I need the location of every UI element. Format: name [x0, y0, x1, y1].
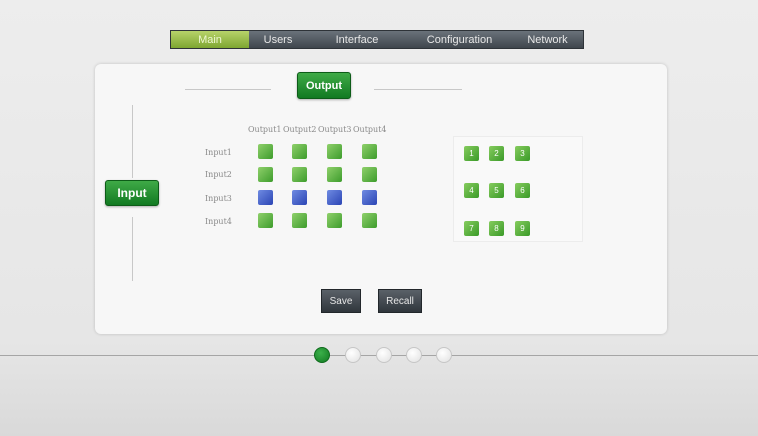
tab-network[interactable]: Network — [512, 31, 583, 48]
page-dot-4[interactable] — [406, 347, 422, 363]
divider-line — [374, 89, 462, 90]
matrix-cell-input1-output3[interactable] — [327, 144, 342, 159]
input-label: Input — [105, 180, 159, 206]
matrix-cell-input4-output4[interactable] — [362, 213, 377, 228]
page-dot-1[interactable] — [314, 347, 330, 363]
divider-line — [132, 105, 133, 178]
tab-users[interactable]: Users — [249, 31, 307, 48]
preset-button-3[interactable]: 3 — [515, 146, 530, 161]
matrix-cell-input4-output2[interactable] — [292, 213, 307, 228]
preset-button-6[interactable]: 6 — [515, 183, 530, 198]
page-dot-2[interactable] — [345, 347, 361, 363]
matrix-cell-input3-output3[interactable] — [327, 190, 342, 205]
output-label: Output — [297, 72, 351, 99]
main-nav: Main Users Interface Configuration Netwo… — [170, 30, 584, 49]
column-header-output3: Output3 — [318, 125, 352, 134]
page-dot-5[interactable] — [436, 347, 452, 363]
matrix-cell-input4-output3[interactable] — [327, 213, 342, 228]
matrix-cell-input2-output2[interactable] — [292, 167, 307, 182]
column-header-output4: Output4 — [353, 125, 387, 134]
matrix-cell-input4-output1[interactable] — [258, 213, 273, 228]
matrix-cell-input2-output1[interactable] — [258, 167, 273, 182]
preset-button-4[interactable]: 4 — [464, 183, 479, 198]
divider-line — [132, 217, 133, 281]
preset-box: 1 2 3 4 5 6 7 8 9 — [453, 136, 583, 242]
matrix-cell-input1-output1[interactable] — [258, 144, 273, 159]
matrix-cell-input3-output2[interactable] — [292, 190, 307, 205]
divider-line — [185, 89, 271, 90]
row-label-input3: Input3 — [205, 194, 232, 203]
matrix-cell-input2-output3[interactable] — [327, 167, 342, 182]
save-button[interactable]: Save — [321, 289, 361, 313]
preset-button-1[interactable]: 1 — [464, 146, 479, 161]
column-header-output1: Output1 — [248, 125, 282, 134]
preset-button-2[interactable]: 2 — [489, 146, 504, 161]
matrix-cell-input2-output4[interactable] — [362, 167, 377, 182]
matrix-cell-input1-output4[interactable] — [362, 144, 377, 159]
preset-button-9[interactable]: 9 — [515, 221, 530, 236]
matrix-cell-input3-output1[interactable] — [258, 190, 273, 205]
matrix-cell-input3-output4[interactable] — [362, 190, 377, 205]
matrix-cell-input1-output2[interactable] — [292, 144, 307, 159]
preset-button-5[interactable]: 5 — [489, 183, 504, 198]
column-header-output2: Output2 — [283, 125, 317, 134]
recall-button[interactable]: Recall — [378, 289, 422, 313]
row-label-input1: Input1 — [205, 148, 232, 157]
preset-button-7[interactable]: 7 — [464, 221, 479, 236]
tab-interface[interactable]: Interface — [307, 31, 407, 48]
page-dot-3[interactable] — [376, 347, 392, 363]
row-label-input4: Input4 — [205, 217, 232, 226]
tab-configuration[interactable]: Configuration — [407, 31, 512, 48]
preset-button-8[interactable]: 8 — [489, 221, 504, 236]
tab-main[interactable]: Main — [171, 31, 249, 48]
row-label-input2: Input2 — [205, 170, 232, 179]
